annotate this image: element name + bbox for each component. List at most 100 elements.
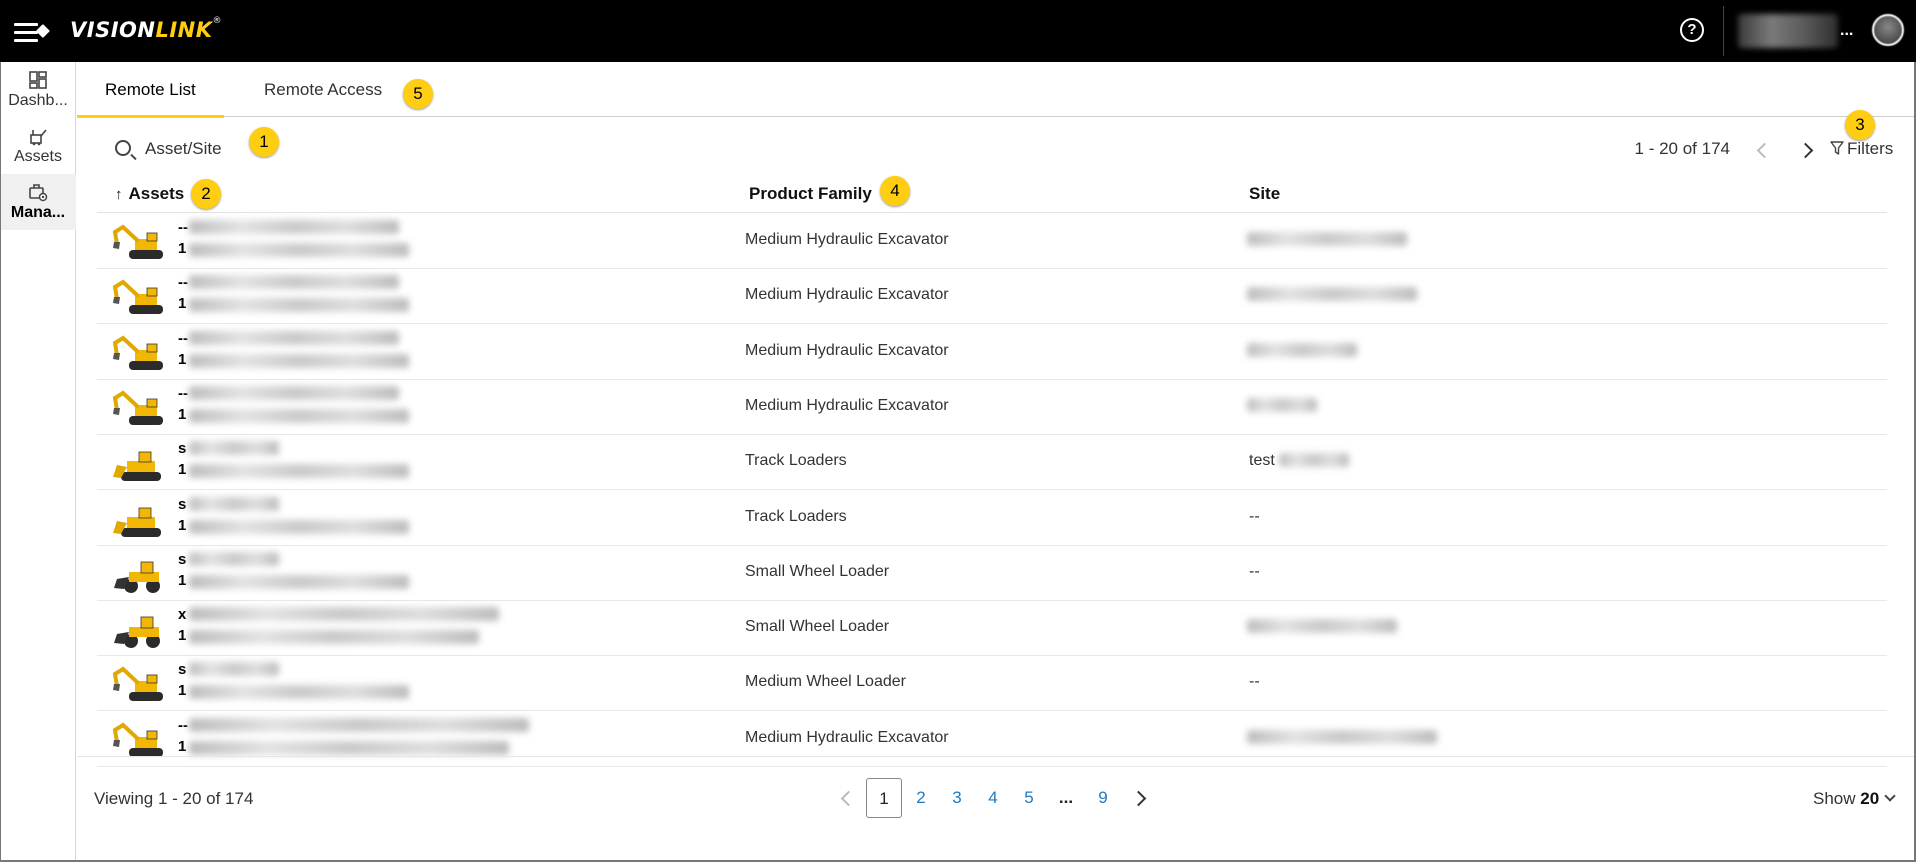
redacted-site — [1247, 619, 1397, 634]
redacted-asset-serial — [189, 353, 409, 368]
redacted-asset-serial — [189, 574, 409, 589]
asset-name[interactable]: -- — [178, 219, 188, 236]
pagination-next-icon[interactable] — [1130, 790, 1147, 807]
asset-serial: 1 — [178, 240, 187, 257]
redacted-asset-serial — [189, 408, 409, 423]
machine-thumbnail — [111, 666, 167, 704]
table-row[interactable]: -- 1 Medium Hydraulic Excavator — [97, 380, 1887, 435]
table-row[interactable]: s 1 Medium Wheel Loader -- — [97, 656, 1887, 712]
sidebar-item-dashboard[interactable]: Dashb... — [0, 62, 76, 118]
product-family-cell: Medium Hydraulic Excavator — [745, 341, 949, 359]
product-family-cell: Medium Wheel Loader — [745, 673, 906, 691]
next-page-icon[interactable] — [1797, 142, 1814, 159]
chevron-down-icon — [1884, 790, 1896, 802]
tab-bar: Remote List Remote Access — [77, 62, 1916, 118]
machine-thumbnail — [111, 722, 167, 760]
redacted-asset-name — [189, 330, 399, 345]
asset-name[interactable]: -- — [178, 385, 188, 402]
range-indicator: 1 - 20 of 174 — [1634, 139, 1730, 158]
redacted-asset-serial — [189, 464, 409, 479]
help-icon[interactable]: ? — [1680, 18, 1704, 42]
redacted-asset-name — [189, 607, 499, 622]
redacted-asset-serial — [189, 630, 479, 645]
table-row[interactable]: -- 1 Medium Hydraulic Excavator — [97, 325, 1887, 380]
machine-thumbnail — [111, 390, 167, 428]
asset-name[interactable]: x — [178, 606, 186, 623]
redacted-asset-name — [189, 551, 279, 566]
machine-thumbnail — [111, 501, 167, 539]
asset-serial: 1 — [178, 737, 187, 755]
redacted-site — [1247, 397, 1317, 412]
pagination-prev-icon[interactable] — [840, 790, 857, 807]
redacted-asset-serial — [189, 243, 409, 257]
sidebar-item-label: Dashb... — [8, 92, 68, 109]
account-name[interactable] — [1738, 14, 1838, 48]
product-family-cell: Track Loaders — [745, 452, 847, 470]
asset-name[interactable]: -- — [178, 717, 188, 734]
filters-button[interactable]: Filters — [1830, 139, 1893, 159]
tab-remote-list[interactable]: Remote List — [77, 62, 224, 118]
table-row[interactable]: -- 1 Medium Hydraulic Excavator — [97, 214, 1887, 269]
page-9[interactable]: 9 — [1085, 778, 1121, 818]
redacted-site — [1247, 232, 1407, 246]
column-header-assets[interactable]: ↑ Assets — [115, 184, 184, 204]
table-row[interactable]: x 1 Small Wheel Loader — [97, 601, 1887, 657]
redacted-asset-name — [189, 385, 399, 400]
machine-thumbnail — [111, 335, 167, 373]
tab-remote-access[interactable]: Remote Access — [236, 62, 410, 117]
asset-serial: 1 — [178, 627, 187, 645]
viewing-summary: Viewing 1 - 20 of 174 — [94, 789, 254, 808]
filters-label: Filters — [1847, 139, 1894, 158]
sidebar: Dashb... Assets Mana... — [0, 62, 76, 862]
page-3[interactable]: 3 — [939, 778, 975, 818]
menu-icon[interactable] — [14, 20, 51, 44]
table-row[interactable]: s 1 Track Loaders -- — [97, 491, 1887, 546]
page-2[interactable]: 2 — [903, 778, 939, 818]
page-5[interactable]: 5 — [1011, 778, 1047, 818]
machine-thumbnail — [111, 279, 167, 317]
avatar[interactable] — [1872, 14, 1904, 46]
product-family-cell: Small Wheel Loader — [745, 618, 890, 636]
callout-badge-5: 5 — [403, 79, 433, 109]
redacted-asset-serial — [189, 685, 409, 700]
product-family-cell: Medium Hydraulic Excavator — [745, 231, 949, 248]
sort-ascending-icon: ↑ — [115, 186, 123, 203]
page-4[interactable]: 4 — [975, 778, 1011, 818]
callout-badge-3: 3 — [1845, 110, 1875, 140]
table-header: ↑ Assets Product Family Site — [97, 175, 1887, 213]
callout-badge-4: 4 — [880, 176, 910, 206]
table-row[interactable]: -- 1 Medium Hydraulic Excavator — [97, 269, 1887, 325]
site-cell: test — [1249, 452, 1275, 470]
dashboard-icon — [29, 71, 47, 89]
page-ellipsis: ... — [1058, 788, 1074, 807]
column-header-site[interactable]: Site — [1249, 184, 1280, 204]
table-row[interactable]: -- 1 Medium Hydraulic Excavator — [97, 712, 1887, 767]
visionlink-logo[interactable]: VISIONLINK® — [70, 16, 222, 42]
site-cell: -- — [1249, 507, 1260, 525]
asset-serial: 1 — [178, 516, 187, 534]
redacted-asset-name — [189, 275, 399, 290]
search-icon — [115, 140, 131, 156]
machine-thumbnail — [111, 556, 167, 594]
asset-name[interactable]: s — [178, 551, 186, 568]
asset-name[interactable]: -- — [178, 274, 188, 291]
redacted-asset-serial — [189, 298, 409, 313]
asset-name[interactable]: -- — [178, 330, 188, 347]
page-1[interactable]: 1 — [866, 778, 902, 818]
product-family-cell: Track Loaders — [745, 507, 847, 525]
asset-name[interactable]: s — [178, 496, 186, 513]
asset-name[interactable]: s — [178, 661, 186, 678]
sidebar-item-manage[interactable]: Mana... — [0, 174, 76, 230]
site-cell: -- — [1249, 562, 1260, 580]
redacted-site — [1279, 453, 1349, 468]
column-header-product-family[interactable]: Product Family — [749, 184, 872, 204]
table-row[interactable]: s 1 Small Wheel Loader -- — [97, 546, 1887, 601]
table-row[interactable]: s 1 Track Loaders test — [97, 435, 1887, 491]
frame-border — [0, 62, 1, 862]
sidebar-item-assets[interactable]: Assets — [0, 118, 76, 174]
prev-page-icon[interactable] — [1756, 142, 1773, 159]
asset-name[interactable]: s — [178, 440, 186, 457]
redacted-asset-name — [189, 662, 279, 677]
page-size-select[interactable]: Show 20 — [1813, 789, 1896, 809]
account-ellipsis[interactable]: ... — [1840, 22, 1853, 40]
